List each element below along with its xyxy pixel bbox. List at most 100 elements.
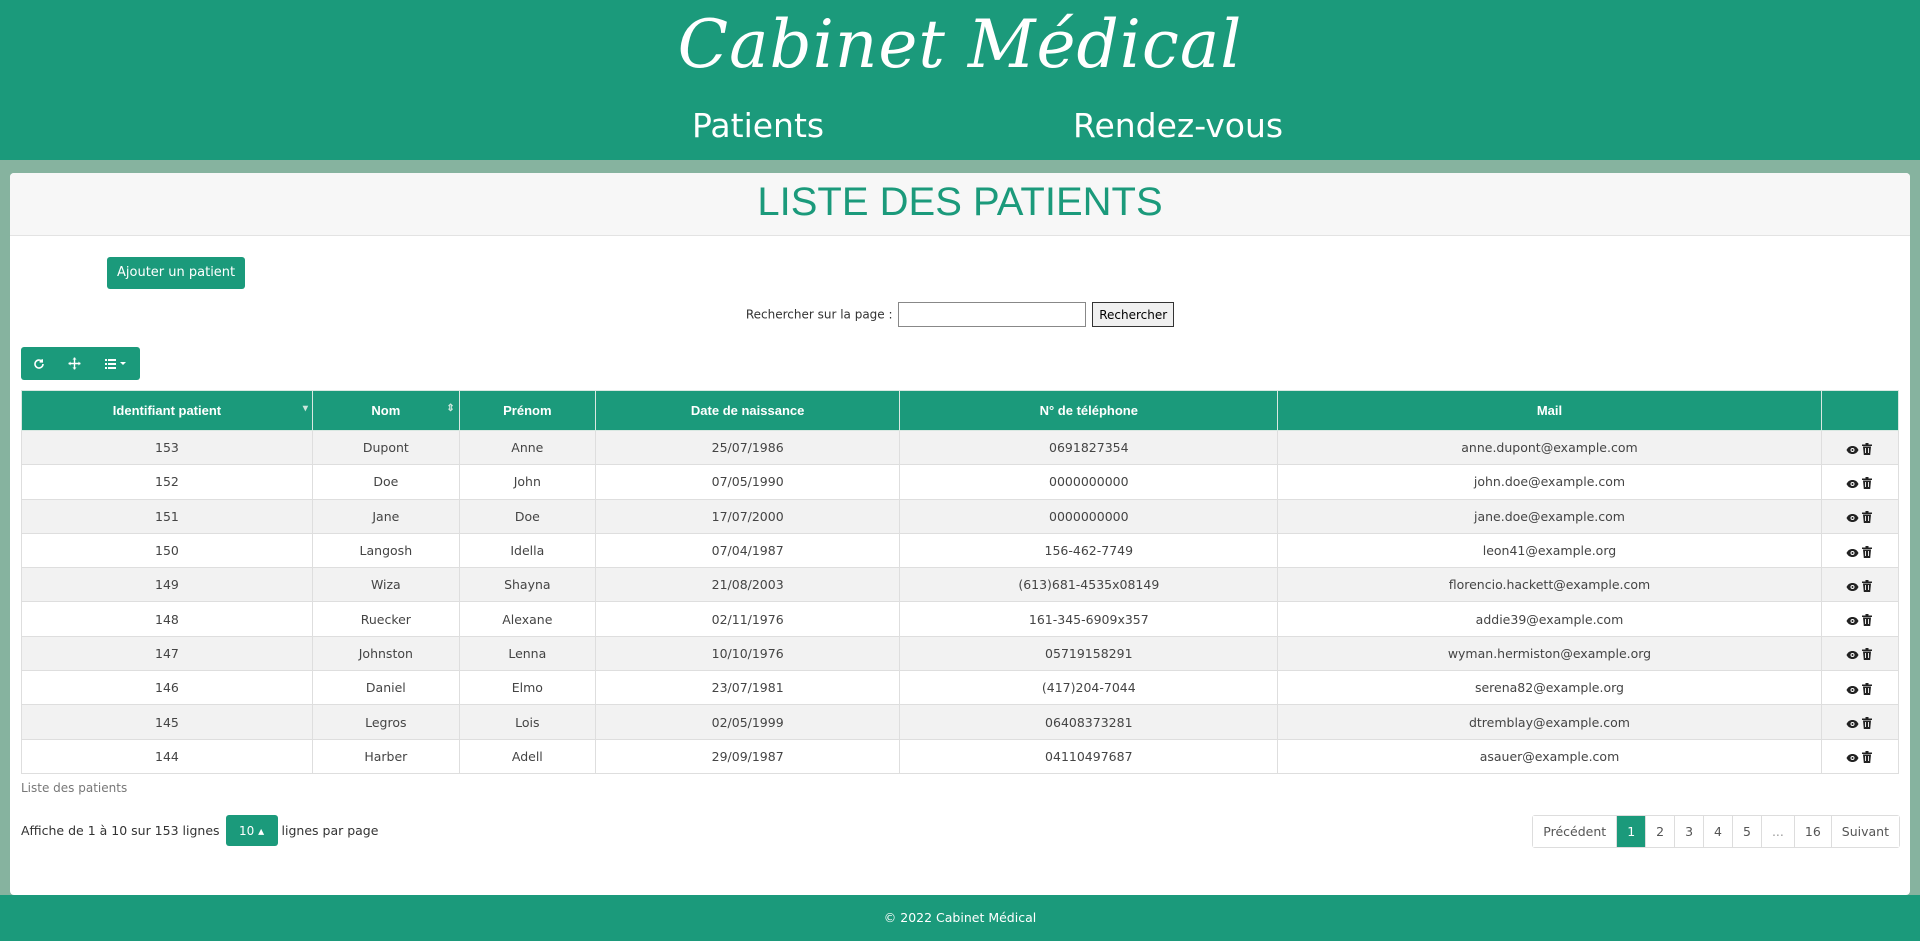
row-actions	[1820, 601, 1900, 637]
table-cell: 152	[21, 464, 313, 500]
brand-title: Cabinet Médical	[677, 6, 1243, 83]
table-cell: 17/07/2000	[594, 498, 901, 534]
table-cell: Dupont	[311, 429, 460, 466]
add-patient-button[interactable]: Ajouter un patient	[107, 257, 246, 289]
table-cell: Elmo	[458, 670, 596, 706]
eye-icon[interactable]	[1846, 717, 1860, 729]
table-cell: addie39@example.com	[1277, 601, 1822, 637]
trash-icon[interactable]	[1860, 476, 1874, 489]
page-1[interactable]: 1	[1616, 816, 1646, 847]
eye-icon[interactable]	[1846, 580, 1860, 592]
column-label: Prénom	[503, 403, 552, 418]
eye-icon[interactable]	[1846, 614, 1860, 626]
page-5[interactable]: 5	[1732, 816, 1761, 847]
row-actions	[1820, 429, 1900, 466]
row-actions	[1820, 704, 1900, 740]
table-cell: 161-345-6909x357	[899, 601, 1279, 637]
trash-icon[interactable]	[1860, 511, 1874, 524]
column-label: N° de téléphone	[1039, 403, 1138, 418]
column-label: Date de naissance	[690, 403, 805, 418]
table-cell: 147	[21, 635, 313, 672]
table-cell: Adell	[458, 738, 596, 774]
column-header-nom[interactable]: Nom ⇕	[311, 390, 460, 431]
page-title: LISTE DES PATIENTS	[757, 180, 1163, 224]
table-cell: 07/05/1990	[594, 464, 901, 500]
table-cell: jane.doe@example.com	[1277, 498, 1822, 534]
table-cell: 156-462-7749	[899, 532, 1279, 569]
row-actions	[1820, 532, 1900, 569]
table-cell: asauer@example.com	[1277, 738, 1822, 774]
pagination-info: Affiche de 1 à 10 sur 153 lignes 10 ▴ li…	[21, 815, 378, 846]
nav-rendez-vous-link[interactable]: Rendez-vous	[1073, 106, 1283, 145]
trash-icon[interactable]	[1860, 545, 1874, 558]
trash-icon[interactable]	[1860, 751, 1874, 764]
table-cell: John	[458, 464, 596, 500]
row-actions	[1820, 670, 1900, 706]
previous-page-button[interactable]: Précédent	[1533, 816, 1617, 847]
column-label: Identifiant patient	[112, 403, 222, 418]
column-header-date: Date de naissance	[594, 390, 901, 431]
table-cell: Alexane	[458, 601, 596, 637]
table-row: 146 Daniel Elmo 23/07/1981 (417)204-7044 sere…	[21, 670, 1900, 706]
table-row: 152 Doe John 07/05/1990 0000000000 john.doe@e…	[21, 464, 1900, 500]
table-row: 148 Ruecker Alexane 02/11/1976 161-345-6909x…	[21, 601, 1900, 637]
table-cell: dtremblay@example.com	[1277, 704, 1822, 740]
table-cell: Idella	[458, 532, 596, 569]
nav-patients-link[interactable]: Patients	[692, 106, 824, 145]
table-cell: 0691827354	[899, 429, 1279, 466]
table-cell: 145	[21, 704, 313, 740]
pagination: Précédent 1 2 3 4 5... 16 Suivant	[1532, 815, 1900, 848]
search-label: Rechercher sur la page :	[745, 307, 893, 322]
column-label: Nom	[371, 403, 401, 418]
table-cell: 25/07/1986	[594, 429, 901, 466]
table-cell: 06408373281	[899, 704, 1279, 740]
column-header-mail: Mail	[1277, 390, 1822, 431]
table-row: 145 Legros Lois 02/05/1999 06408373281 dtremb…	[21, 704, 1900, 740]
table-header-row: Identifiant patient ▾ Nom ⇕ Prénom Date de…	[21, 390, 1900, 431]
trash-icon[interactable]	[1860, 579, 1874, 592]
eye-icon[interactable]	[1846, 546, 1860, 558]
eye-icon[interactable]	[1846, 648, 1860, 660]
list-icon[interactable]	[92, 347, 140, 380]
eye-icon[interactable]	[1846, 751, 1860, 763]
table-cell: 21/08/2003	[594, 567, 901, 603]
per-page-dropdown[interactable]: 10 ▴	[225, 815, 278, 846]
page-2[interactable]: 2	[1645, 816, 1675, 847]
search-input[interactable]	[898, 302, 1087, 327]
column-header-actions	[1820, 390, 1900, 431]
move-icon[interactable]	[56, 347, 92, 380]
eye-icon[interactable]	[1846, 683, 1860, 695]
table-row: 153 Dupont Anne 25/07/1986 0691827354 anne.du…	[21, 429, 1900, 466]
trash-icon[interactable]	[1860, 682, 1874, 695]
trash-icon[interactable]	[1860, 442, 1874, 455]
trash-icon[interactable]	[1860, 614, 1874, 627]
page-4[interactable]: 4	[1703, 816, 1732, 847]
per-page-suffix: lignes par page	[281, 823, 379, 838]
page-16[interactable]: 16	[1793, 816, 1831, 847]
page-3[interactable]: 3	[1674, 816, 1704, 847]
table-cell: florencio.hackett@example.com	[1277, 567, 1822, 603]
column-header-id[interactable]: Identifiant patient ▾	[21, 390, 313, 431]
table-cell: wyman.hermiston@example.org	[1277, 635, 1822, 672]
sort-desc-icon: ▾	[302, 403, 308, 414]
eye-icon[interactable]	[1846, 477, 1860, 489]
trash-icon[interactable]	[1860, 717, 1874, 730]
table-cell: 151	[21, 498, 313, 534]
refresh-icon[interactable]	[21, 347, 56, 380]
table-cell: (417)204-7044	[899, 670, 1279, 706]
table-cell: 150	[21, 532, 313, 569]
eye-icon[interactable]	[1846, 511, 1860, 523]
table-row: 151 Jane Doe 17/07/2000 0000000000 jane.doe@e…	[21, 498, 1900, 534]
search-button[interactable]: Rechercher	[1092, 302, 1175, 327]
table-cell: 02/05/1999	[594, 704, 901, 740]
table-cell: 02/11/1976	[594, 601, 901, 637]
eye-icon[interactable]	[1846, 443, 1860, 455]
footer-text: © 2022 Cabinet Médical	[883, 910, 1037, 925]
table-body: 153 Dupont Anne 25/07/1986 0691827354 anne.du…	[21, 429, 1900, 774]
trash-icon[interactable]	[1860, 648, 1874, 661]
table-cell: 07/04/1987	[594, 532, 901, 569]
table-cell: Legros	[311, 704, 460, 740]
next-page-button[interactable]: Suivant	[1830, 816, 1899, 847]
table-cell: 153	[21, 429, 313, 466]
patients-table: Identifiant patient ▾ Nom ⇕ Prénom Date de…	[21, 390, 1900, 774]
